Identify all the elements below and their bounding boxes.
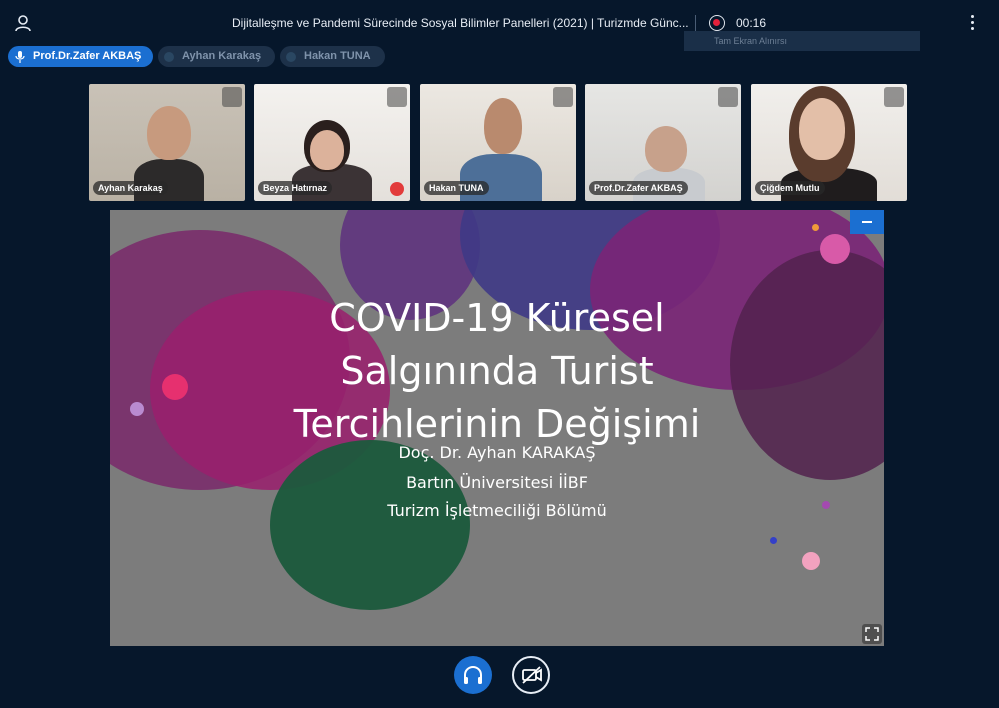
participant-name: Ayhan Karakaş <box>93 181 168 195</box>
slide-department: Turizm İşletmeciliği Bölümü <box>387 501 607 520</box>
camera-off-icon <box>522 666 542 684</box>
recording-icon[interactable] <box>709 15 725 31</box>
meeting-title: Dijitalleşme ve Pandemi Sürecinde Sosyal… <box>232 16 689 30</box>
kebab-menu-icon[interactable] <box>966 15 978 33</box>
slide-decoration <box>270 440 470 610</box>
recording-timer: 00:16 <box>736 16 767 30</box>
headphones-icon <box>464 665 482 684</box>
muted-microphone-icon <box>390 182 404 196</box>
fullscreen-icon[interactable] <box>387 87 407 107</box>
minimize-presentation-button[interactable] <box>850 210 884 234</box>
participant-video[interactable]: Prof.Dr.Zafer AKBAŞ <box>585 84 741 201</box>
audio-button[interactable] <box>454 656 492 694</box>
avatar-dot <box>286 52 296 62</box>
participant-video[interactable]: Çiğdem Mutlu <box>751 84 907 201</box>
slide-decoration <box>812 224 819 231</box>
talker-name: Hakan TUNA <box>304 50 371 62</box>
top-bar: Dijitalleşme ve Pandemi Sürecinde Sosyal… <box>0 0 999 51</box>
recording-tooltip: Tam Ekran Alınırsı <box>684 31 920 51</box>
slide-institution: Bartın Üniversitesi İİBF <box>406 473 588 492</box>
talker-name: Ayhan Karakaş <box>182 50 262 62</box>
slide-title-line: Salgınında Turist <box>340 349 654 393</box>
slide-title-line: COVID-19 Küresel <box>329 296 665 340</box>
talker-name: Prof.Dr.Zafer AKBAŞ <box>33 50 142 62</box>
fullscreen-icon[interactable] <box>553 87 573 107</box>
person-face <box>799 98 845 160</box>
video-button[interactable] <box>512 656 550 694</box>
fullscreen-icon[interactable] <box>222 87 242 107</box>
slide-title: COVID-19 Küresel Salgınında Turist Terci… <box>110 292 884 451</box>
fullscreen-icon[interactable] <box>884 87 904 107</box>
slide-decoration <box>770 537 777 544</box>
slide-author: Doç. Dr. Ayhan KARAKAŞ <box>398 443 596 462</box>
divider <box>695 15 696 31</box>
talker-chip[interactable]: Prof.Dr.Zafer AKBAŞ <box>8 46 153 67</box>
participant-name: Beyza Hatırnaz <box>258 181 333 195</box>
person-face <box>310 130 344 170</box>
avatar-dot <box>164 52 174 62</box>
person-face <box>645 126 687 172</box>
participant-video[interactable]: Hakan TUNA <box>420 84 576 201</box>
presentation-area: COVID-19 Küresel Salgınında Turist Terci… <box>110 210 884 646</box>
slide-decoration <box>820 234 850 264</box>
talker-chip[interactable]: Ayhan Karakaş <box>158 46 275 67</box>
person-face <box>147 106 191 160</box>
microphone-icon <box>15 51 25 63</box>
fullscreen-icon[interactable] <box>862 624 882 644</box>
participant-name: Prof.Dr.Zafer AKBAŞ <box>589 181 688 195</box>
participant-name: Çiğdem Mutlu <box>755 181 825 195</box>
fullscreen-icon[interactable] <box>718 87 738 107</box>
person-face <box>484 98 522 154</box>
talker-chip[interactable]: Hakan TUNA <box>280 46 385 67</box>
participant-name: Hakan TUNA <box>424 181 489 195</box>
participant-video[interactable]: Beyza Hatırnaz <box>254 84 410 201</box>
user-icon[interactable] <box>14 14 32 32</box>
participant-video[interactable]: Ayhan Karakaş <box>89 84 245 201</box>
slide-decoration <box>802 552 820 570</box>
